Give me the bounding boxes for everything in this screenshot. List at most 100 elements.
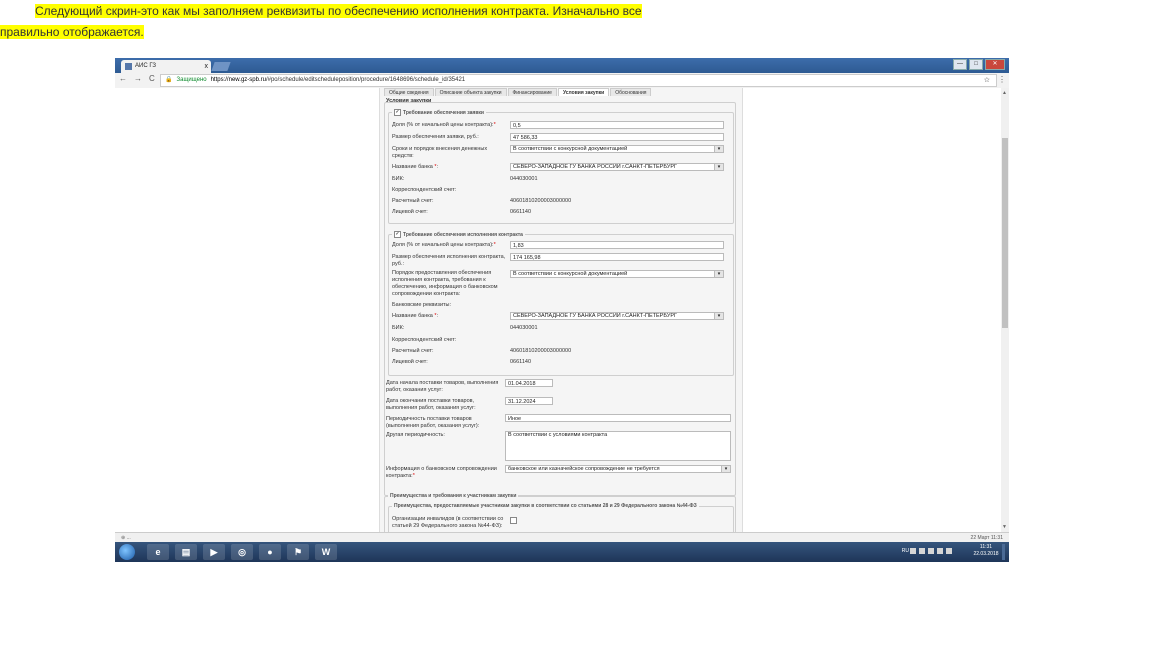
intro-line-2: правильно отображается. xyxy=(0,25,144,39)
bid-personal-label: Лицевой счет: xyxy=(392,209,428,215)
tab-justifications[interactable]: Обоснования xyxy=(610,88,652,96)
intro-line-1: Следующий скрин-это как мы заполняем рек… xyxy=(35,4,642,18)
advantages-legend: Преимущества и требования к участникам з… xyxy=(388,493,519,499)
contract-procedure-select[interactable]: В соответствии с конкурсной документацие… xyxy=(510,270,724,278)
start-button[interactable] xyxy=(119,544,135,560)
tray-icons xyxy=(910,548,965,555)
ie-icon[interactable]: e xyxy=(147,544,169,560)
delivery-end-input[interactable]: 31.12.2024 xyxy=(505,397,553,405)
secure-lock-icon: 🔒 xyxy=(165,77,173,83)
app2-icon[interactable]: ⚑ xyxy=(287,544,309,560)
browser-screenshot: АИС ГЗ x — □ ✕ ← → C 🔒 Защищено https://new.… xyxy=(115,58,1009,562)
tab-title: АИС ГЗ xyxy=(135,63,157,69)
bid-amount-input[interactable]: 47 586,33 xyxy=(510,133,724,141)
close-window-button[interactable]: ✕ xyxy=(985,59,1005,70)
delivery-period-input[interactable]: Иное xyxy=(505,414,731,422)
bid-personal-value: 0661140 xyxy=(510,209,532,215)
disabled-orgs-checkbox[interactable] xyxy=(510,517,517,524)
scroll-down-icon[interactable]: ▼ xyxy=(1002,524,1007,530)
page-left-margin xyxy=(115,88,379,532)
browser-tab[interactable]: АИС ГЗ x xyxy=(121,60,211,73)
scroll-thumb[interactable] xyxy=(1002,138,1008,328)
chevron-down-icon: ▾ xyxy=(714,313,723,319)
bid-bik-label: БИК: xyxy=(392,176,405,182)
clock[interactable]: 11:31 22.03.2018 xyxy=(971,544,1001,558)
contract-account-value: 40601810200003000000 xyxy=(510,348,572,354)
bid-terms-label: Сроки и порядок внесения денежных средст… xyxy=(392,146,488,159)
chevron-down-icon: ▾ xyxy=(714,271,723,277)
tab-financing[interactable]: Финансирование xyxy=(507,88,557,96)
bid-share-label: Доля (% от начальной цены контракта):* xyxy=(392,122,496,128)
bank-support-label: Информация о банковском сопровождении ко… xyxy=(386,466,497,479)
windows-taskbar: e ▤ ▶ ◎ ● ⚑ W RU 11:31 22.03.2018 xyxy=(115,542,1009,562)
reload-icon[interactable]: C xyxy=(149,74,155,83)
explorer-icon[interactable]: ▤ xyxy=(175,544,197,560)
page-scrollbar[interactable]: ▲ ▼ xyxy=(1001,88,1009,532)
tray-arrow-icon[interactable] xyxy=(910,548,916,554)
contract-procedure-label: Порядок предоставления обеспечения испол… xyxy=(392,270,498,297)
contract-bank-select[interactable]: СЕВЕРО-ЗАПАДНОЕ ГУ БАНКА РОССИИ г.САНКТ-… xyxy=(510,312,724,320)
disabled-orgs-label: Организации инвалидов (в соответствии со… xyxy=(392,516,504,529)
tab-procurement-conditions[interactable]: Условия закупки xyxy=(557,88,610,96)
browser-tab-bar: АИС ГЗ x — □ ✕ xyxy=(115,58,1009,73)
contract-security-checkbox[interactable]: ✓ xyxy=(394,231,401,238)
chevron-down-icon: ▾ xyxy=(714,164,723,170)
delivery-period-label: Периодичность поставки товаров (выполнен… xyxy=(386,416,480,429)
contract-share-input[interactable]: 1,83 xyxy=(510,241,724,249)
tab-close-icon[interactable]: x xyxy=(205,60,209,73)
bid-bank-label: Название банка *: xyxy=(392,164,439,170)
show-desktop-button[interactable] xyxy=(1002,544,1005,560)
chrome-icon[interactable]: ● xyxy=(259,544,281,560)
chevron-down-icon: ▾ xyxy=(714,146,723,152)
url-path: /#po/schedule/editscheduleposition/proce… xyxy=(265,77,466,83)
contract-amount-label: Размер обеспечения исполнения контракта,… xyxy=(392,254,506,267)
forward-arrow-icon[interactable]: → xyxy=(134,74,142,83)
app-icon[interactable]: ◎ xyxy=(231,544,253,560)
contract-amount-input[interactable]: 174 165,98 xyxy=(510,253,724,261)
tray-app-icon[interactable] xyxy=(919,548,925,554)
contract-personal-label: Лицевой счет: xyxy=(392,359,428,365)
bid-corr-label: Корреспондентский счет: xyxy=(392,187,457,193)
contract-bank-label: Название банка *: xyxy=(392,313,439,319)
other-periodicity-textarea[interactable]: В соответствии с условиями контракта xyxy=(505,431,731,461)
browser-menu-icon[interactable]: ⋮ xyxy=(998,75,1006,84)
tab-object-description[interactable]: Описание объекта закупки xyxy=(434,88,507,96)
delivery-start-label: Дата начала поставки товаров, выполнения… xyxy=(386,380,499,393)
volume-icon[interactable] xyxy=(928,548,934,554)
contract-corr-label: Корреспондентский счет: xyxy=(392,337,457,343)
bid-security-checkbox[interactable]: ✓ xyxy=(394,109,401,116)
form-panel: Общие сведения Описание объекта закупки … xyxy=(379,88,743,538)
delivery-start-input[interactable]: 01.04.2018 xyxy=(505,379,553,387)
scroll-up-icon[interactable]: ▲ xyxy=(1002,90,1007,96)
bid-share-input[interactable]: 0,5 xyxy=(510,121,724,129)
nav-buttons: ← → C xyxy=(119,74,162,83)
network-icon[interactable] xyxy=(937,548,943,554)
bid-bank-select[interactable]: СЕВЕРО-ЗАПАДНОЕ ГУ БАНКА РОССИИ г.САНКТ-… xyxy=(510,163,724,171)
contract-personal-value: 0661140 xyxy=(510,359,532,365)
site-favicon-icon xyxy=(125,63,132,70)
word-icon[interactable]: W xyxy=(315,544,337,560)
bid-bik-value: 044030001 xyxy=(510,176,538,182)
flag-icon[interactable] xyxy=(946,548,952,554)
tab-general[interactable]: Общие сведения xyxy=(384,88,434,96)
bookmark-star-icon[interactable]: ☆ xyxy=(984,75,990,86)
back-arrow-icon[interactable]: ← xyxy=(119,74,127,83)
page-content: Общие сведения Описание объекта закупки … xyxy=(115,88,1009,538)
maximize-button[interactable]: □ xyxy=(969,59,983,70)
contract-account-label: Расчетный счет: xyxy=(392,348,434,354)
other-periodicity-label: Другая периодичность: xyxy=(386,432,445,438)
language-indicator[interactable]: RU xyxy=(902,548,909,554)
new-tab-button[interactable] xyxy=(211,62,231,71)
url-field[interactable]: 🔒 Защищено https://new.gz-spb.ru/#po/sched… xyxy=(160,74,997,87)
contract-bik-value: 044030001 xyxy=(510,325,538,331)
media-player-icon[interactable]: ▶ xyxy=(203,544,225,560)
contract-share-label: Доля (% от начальной цены контракта):* xyxy=(392,242,496,248)
address-bar-row: ← → C 🔒 Защищено https://new.gz-spb.ru/#po/s… xyxy=(115,73,1009,89)
system-tray: RU 11:31 22.03.2018 xyxy=(885,544,1005,560)
bid-terms-select[interactable]: В соответствии с конкурсной документацие… xyxy=(510,145,724,153)
chevron-down-icon: ▾ xyxy=(721,466,730,472)
delivery-end-label: Дата окончания поставки товаров, выполне… xyxy=(386,398,476,411)
bank-support-select[interactable]: банковское или казначейское сопровождени… xyxy=(505,465,731,473)
minimize-button[interactable]: — xyxy=(953,59,967,70)
window-controls: — □ ✕ xyxy=(953,59,1005,70)
